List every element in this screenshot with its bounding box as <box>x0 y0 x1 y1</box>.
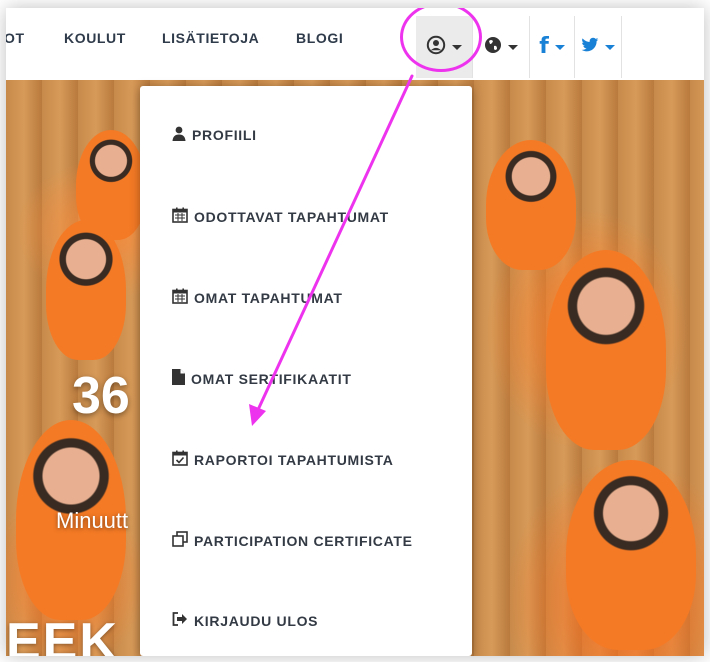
menu-item-label: PROFIILI <box>192 127 257 143</box>
globe-icon <box>484 36 502 59</box>
menu-item-label: OMAT TAPAHTUMAT <box>194 289 343 306</box>
divider <box>472 16 473 78</box>
chevron-down-icon <box>508 44 518 50</box>
menu-item-odottavat-tapahtumat[interactable]: ODOTTAVAT TAPAHTUMAT <box>172 207 389 226</box>
calendar-icon <box>172 207 188 226</box>
chevron-down-icon <box>554 44 565 50</box>
hero-big-text: EEK <box>6 613 119 656</box>
calendar-check-icon <box>172 450 188 469</box>
twitter-icon <box>581 37 599 58</box>
chevron-down-icon <box>605 44 615 50</box>
menu-item-participation-certificate[interactable]: PARTICIPATION CERTIFICATE <box>172 531 413 550</box>
nav-link-lisatietoja[interactable]: LISÄTIETOJA <box>162 30 259 46</box>
menu-item-label: KIRJAUDU ULOS <box>194 612 319 629</box>
chevron-down-icon <box>452 44 462 50</box>
facebook-icon: f <box>539 34 549 59</box>
sign-out-icon <box>172 612 188 629</box>
facebook-menu-button[interactable]: f <box>530 16 574 78</box>
file-icon <box>172 369 185 388</box>
hero-stat-number: 36 <box>72 367 130 425</box>
screenshot-frame: OT KOULUT LISÄTIETOJA BLOGI f 36 Minuutt… <box>6 8 704 656</box>
hero-caption: Minuutt <box>56 508 129 533</box>
twitter-menu-button[interactable] <box>575 16 621 78</box>
hero-photo-person <box>566 460 696 650</box>
menu-item-label: RAPORTOI TAPAHTUMISTA <box>194 451 394 468</box>
user-icon <box>172 126 186 144</box>
top-navbar: OT KOULUT LISÄTIETOJA BLOGI f <box>6 8 704 81</box>
menu-item-kirjaudu-ulos[interactable]: KIRJAUDU ULOS <box>172 612 318 629</box>
menu-item-profiili[interactable]: PROFIILI <box>172 126 257 144</box>
calendar-icon <box>172 288 188 307</box>
menu-item-label: ODOTTAVAT TAPAHTUMAT <box>194 208 389 225</box>
user-menu-button[interactable] <box>416 16 472 78</box>
menu-item-raportoi-tapahtumista[interactable]: RAPORTOI TAPAHTUMISTA <box>172 450 394 469</box>
hero-photo-person <box>486 140 576 270</box>
menu-item-omat-sertifikaatit[interactable]: OMAT SERTIFIKAATIT <box>172 369 352 388</box>
nav-link-koulut[interactable]: KOULUT <box>64 30 126 46</box>
nav-link-blogi[interactable]: BLOGI <box>296 30 343 46</box>
divider <box>621 16 622 78</box>
nav-item-partial[interactable]: OT <box>6 30 25 46</box>
menu-item-omat-tapahtumat[interactable]: OMAT TAPAHTUMAT <box>172 288 343 307</box>
user-dropdown-menu: PROFIILI ODOTTAVAT TAPAHTUMAT OMAT TAPAH… <box>140 86 472 656</box>
menu-item-label: PARTICIPATION CERTIFICATE <box>194 532 413 549</box>
hero-photo-person <box>546 250 666 450</box>
menu-item-label: OMAT SERTIFIKAATIT <box>191 370 352 387</box>
language-menu-button[interactable] <box>474 16 528 78</box>
copy-icon <box>172 531 188 550</box>
user-circle-icon <box>426 35 446 60</box>
hero-photo-person <box>46 220 126 360</box>
